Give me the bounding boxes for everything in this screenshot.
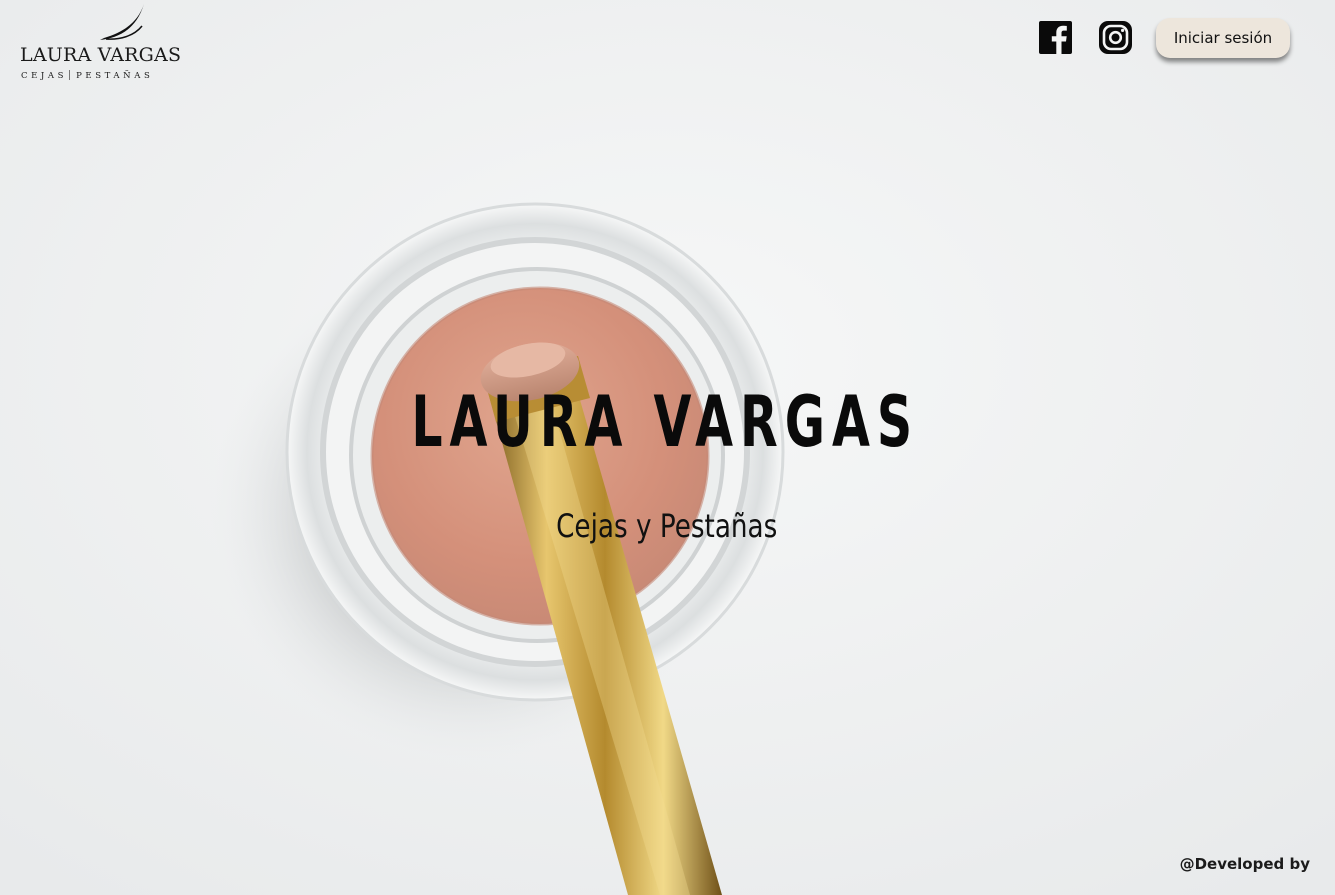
facebook-icon[interactable] xyxy=(1039,21,1072,54)
logo-tagline: CEJAS PESTAÑAS xyxy=(21,70,153,81)
developer-credit[interactable]: @Developed by xyxy=(1180,855,1310,873)
brand-logo[interactable]: LAURA VARGAS CEJAS PESTAÑAS xyxy=(20,0,190,88)
feather-icon xyxy=(100,4,144,40)
logo-tagline-left: CEJAS xyxy=(21,71,68,81)
logo-tagline-right: PESTAÑAS xyxy=(76,71,154,81)
login-button[interactable]: Iniciar sesión xyxy=(1156,18,1290,58)
landing-page: LAURA VARGAS CEJAS PESTAÑAS Iniciar sesió… xyxy=(0,0,1335,895)
hero-subtitle: Cejas y Pestañas xyxy=(556,507,778,545)
instagram-icon[interactable] xyxy=(1099,21,1132,54)
logo-wordmark: LAURA VARGAS xyxy=(20,44,182,66)
hero-title: LAURA VARGAS xyxy=(411,381,920,463)
logo-tagline-divider xyxy=(69,70,71,80)
